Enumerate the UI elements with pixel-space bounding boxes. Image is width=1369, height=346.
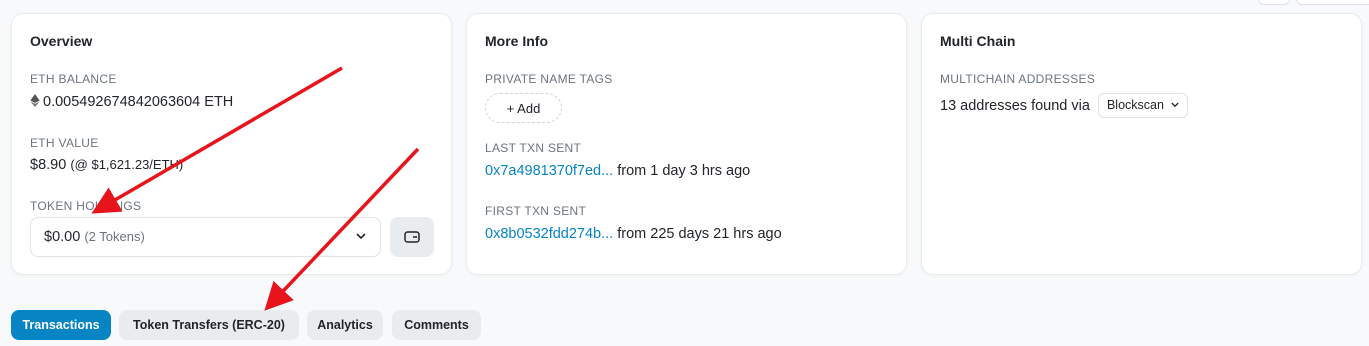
multi-chain-title: Multi Chain	[940, 33, 1016, 49]
eth-balance-value: 0.005492674842063604 ETH	[30, 94, 233, 110]
first-txn-label: FIRST TXN SENT	[485, 204, 587, 218]
multichain-addresses-text: 13 addresses found via	[940, 98, 1090, 114]
eth-balance-label: ETH BALANCE	[30, 72, 117, 86]
first-txn-value: 0x8b0532fdd274b... from 225 days 21 hrs …	[485, 226, 782, 242]
more-info-card: More Info PRIVATE NAME TAGS + Add LAST T…	[466, 13, 907, 275]
chevron-down-icon	[1171, 102, 1180, 108]
last-txn-hash-link[interactable]: 0x7a4981370f7ed...	[485, 163, 613, 179]
blockscan-label: Blockscan	[1106, 98, 1164, 112]
chevron-down-icon	[356, 233, 366, 240]
last-txn-time: from 1 day 3 hrs ago	[617, 163, 751, 179]
first-txn-time: from 225 days 21 hrs ago	[617, 226, 782, 242]
blockscan-dropdown[interactable]: Blockscan	[1097, 93, 1189, 118]
eth-value-label: ETH VALUE	[30, 136, 99, 150]
eth-balance-amount: 0.005492674842063604 ETH	[43, 94, 234, 110]
last-txn-label: LAST TXN SENT	[485, 141, 582, 155]
tab-token-transfers[interactable]: Token Transfers (ERC-20)	[119, 310, 299, 340]
eth-value-amount: $8.90	[30, 157, 67, 173]
tab-analytics[interactable]: Analytics	[307, 310, 383, 340]
token-holdings-value: $0.00 (2 Tokens)	[44, 229, 145, 245]
top-edge-button[interactable]	[1258, 0, 1290, 5]
token-holdings-dropdown[interactable]: $0.00 (2 Tokens)	[30, 217, 381, 257]
eth-price: (@ $1,621.23/ETH)	[70, 157, 184, 172]
token-holdings-amount: $0.00	[44, 229, 81, 245]
tab-transactions[interactable]: Transactions	[11, 310, 111, 340]
multichain-addresses-label: MULTICHAIN ADDRESSES	[940, 72, 1096, 86]
overview-card: Overview ETH BALANCE 0.00549267484206360…	[11, 13, 452, 275]
multi-chain-card: Multi Chain MULTICHAIN ADDRESSES 13 addr…	[921, 13, 1362, 275]
token-holdings-label: TOKEN HOLDINGS	[30, 199, 142, 213]
top-edge-button[interactable]	[1296, 0, 1369, 5]
private-name-tags-label: PRIVATE NAME TAGS	[485, 72, 613, 86]
last-txn-value: 0x7a4981370f7ed... from 1 day 3 hrs ago	[485, 163, 750, 179]
multichain-addresses-value: 13 addresses found via Blockscan	[940, 93, 1189, 118]
overview-title: Overview	[30, 33, 93, 49]
wallet-button[interactable]	[390, 217, 434, 257]
tab-comments[interactable]: Comments	[392, 310, 481, 340]
token-count: (2 Tokens)	[84, 229, 145, 244]
eth-value: $8.90 (@ $1,621.23/ETH)	[30, 157, 183, 173]
add-name-tag-button[interactable]: + Add	[485, 93, 562, 123]
eth-diamond-icon	[30, 94, 40, 107]
wallet-icon	[404, 231, 420, 243]
more-info-title: More Info	[485, 33, 548, 49]
first-txn-hash-link[interactable]: 0x8b0532fdd274b...	[485, 226, 613, 242]
